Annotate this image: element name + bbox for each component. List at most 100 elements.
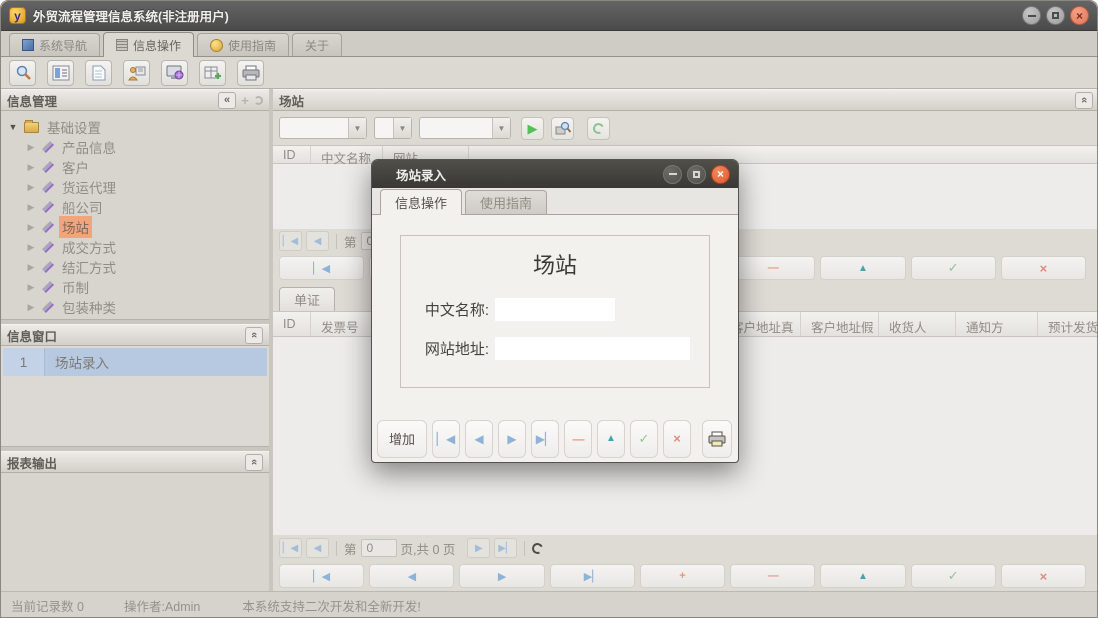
remote-desktop-button[interactable] [161, 60, 188, 86]
user-report-button[interactable] [123, 60, 150, 86]
collapse-sidebar-button[interactable]: « [218, 92, 236, 109]
first-record-button[interactable]: ▏◀ [279, 564, 364, 588]
close-button[interactable]: × [1070, 6, 1089, 25]
filter-field-combo[interactable]: ▼ [279, 117, 367, 139]
first-page-button[interactable]: ▏◀ [279, 231, 302, 251]
tab-user-guide[interactable]: 使用指南 [197, 33, 289, 56]
next-record-button[interactable]: ▶ [498, 420, 526, 458]
prev-page-button[interactable]: ◀ [306, 538, 329, 558]
edit-record-button[interactable]: ▲ [820, 256, 905, 280]
operator-name: 操作者:Admin [124, 596, 200, 615]
collapse-panel-button[interactable]: « [1075, 92, 1093, 109]
prev-record-button[interactable]: ◀ [465, 420, 493, 458]
chinese-name-label: 中文名称: [411, 299, 489, 320]
tree-item-freight-agent[interactable]: ▶ 货运代理 [7, 177, 269, 197]
first-page-button[interactable]: ▏◀ [279, 538, 302, 558]
collapse-panel-button[interactable]: « [245, 454, 263, 471]
last-record-button[interactable]: ▶▏ [531, 420, 559, 458]
prev-page-button[interactable]: ◀ [306, 231, 329, 251]
tree-item-shipping-company[interactable]: ▶ 船公司 [7, 197, 269, 217]
refresh-icon[interactable] [531, 541, 545, 555]
dialog-tab-user-guide[interactable]: 使用指南 [465, 190, 547, 214]
prev-record-button[interactable]: ◀ [369, 564, 454, 588]
column-header[interactable]: ID [273, 312, 311, 336]
chinese-name-input[interactable] [495, 298, 615, 321]
next-icon: ▶ [475, 543, 483, 554]
execute-search-button[interactable]: ▶ [521, 117, 544, 140]
delete-record-button[interactable]: — [564, 420, 592, 458]
column-header[interactable]: 预计发货 [1038, 312, 1098, 336]
edit-record-button[interactable]: ▲ [820, 564, 905, 588]
column-header[interactable]: 收货人 [879, 312, 956, 336]
advanced-search-button[interactable] [551, 117, 574, 140]
delete-record-button[interactable]: — [730, 564, 815, 588]
tab-info-operation[interactable]: 信息操作 [103, 32, 194, 57]
add-button[interactable]: 增加 [377, 420, 427, 458]
maximize-button[interactable] [1046, 6, 1065, 25]
filter-value-combo[interactable]: ▼ [419, 117, 511, 139]
refresh-button[interactable] [587, 117, 610, 140]
info-window-panel-header[interactable]: 信息窗口 « [1, 324, 269, 346]
last-record-button[interactable]: ▶▏ [550, 564, 635, 588]
confirm-button[interactable]: ✓ [630, 420, 658, 458]
report-output-panel-header[interactable]: 报表输出 « [1, 451, 269, 473]
tree-item-settlement-method[interactable]: ▶ 结汇方式 [7, 257, 269, 277]
tab-documents[interactable]: 单证 [279, 287, 335, 311]
info-management-panel-header[interactable]: 信息管理 « + [1, 89, 269, 111]
remote-desktop-icon [166, 65, 184, 81]
tree-item-customer[interactable]: ▶ 客户 [7, 157, 269, 177]
collapse-panel-button[interactable]: « [245, 327, 263, 344]
cancel-button[interactable]: × [1001, 564, 1086, 588]
dialog-titlebar[interactable]: 场站录入 × [372, 160, 738, 188]
delete-record-button[interactable]: — [730, 256, 815, 280]
window-title: 外贸流程管理信息系统(非注册用户) [33, 6, 229, 25]
filter-operator-combo[interactable]: ▼ [374, 117, 412, 139]
first-record-button[interactable]: ▏◀ [279, 256, 364, 280]
table-add-button[interactable] [199, 60, 226, 86]
dialog-minimize-button[interactable] [663, 165, 682, 184]
refresh-icon [254, 96, 263, 105]
chevron-up-icon: « [1078, 97, 1090, 103]
edit-record-button[interactable]: ▲ [597, 420, 625, 458]
documents-record-toolbar: ▏◀ ◀ ▶ ▶▏ + — ▲ ✓ × [273, 561, 1098, 591]
tree-root-basic-settings[interactable]: ▼ 基础设置 [7, 117, 269, 137]
confirm-button[interactable]: ✓ [911, 564, 996, 588]
tab-label: 使用指南 [228, 37, 276, 54]
tree-item-label: 客户 [59, 156, 92, 178]
form-view-button[interactable] [47, 60, 74, 86]
list-item-station-entry[interactable]: 1 场站录入 [3, 348, 267, 376]
tree-item-station[interactable]: ▶ 场站 [7, 217, 269, 237]
column-header[interactable]: 客户地址假 [801, 312, 879, 336]
add-record-button[interactable]: + [640, 564, 725, 588]
prev-icon: ◀ [314, 543, 322, 554]
print-button[interactable] [702, 420, 732, 458]
column-header[interactable]: 通知方 [956, 312, 1038, 336]
cancel-button[interactable]: × [663, 420, 691, 458]
column-header[interactable]: ID [273, 146, 311, 163]
prev-icon: ◀ [474, 432, 483, 446]
confirm-button[interactable]: ✓ [911, 256, 996, 280]
dialog-maximize-button[interactable] [687, 165, 706, 184]
next-record-button[interactable]: ▶ [459, 564, 544, 588]
first-record-button[interactable]: ▏◀ [432, 420, 460, 458]
tree-item-deal-method[interactable]: ▶ 成交方式 [7, 237, 269, 257]
cancel-button[interactable]: × [1001, 256, 1086, 280]
tab-about[interactable]: 关于 [292, 33, 342, 56]
app-logo-icon: y [9, 7, 26, 24]
tree-item-product-info[interactable]: ▶ 产品信息 [7, 137, 269, 157]
tab-system-navigation[interactable]: 系统导航 [9, 33, 100, 56]
tree-item-package-type[interactable]: ▶ 包装种类 [7, 297, 269, 317]
document-button[interactable] [85, 60, 112, 86]
dialog-close-button[interactable]: × [711, 165, 730, 184]
record-count: 当前记录数 0 [11, 596, 84, 615]
minimize-button[interactable] [1022, 6, 1041, 25]
search-toolbar: ▼ ▼ ▼ ▶ [273, 111, 1098, 145]
preview-search-button[interactable] [9, 60, 36, 86]
tree-item-currency[interactable]: ▶ 币制 [7, 277, 269, 297]
last-page-button[interactable]: ▶▏ [494, 538, 517, 558]
website-address-input[interactable] [495, 337, 690, 360]
next-page-button[interactable]: ▶ [467, 538, 490, 558]
page-number-input[interactable] [361, 539, 397, 557]
printer-button[interactable] [237, 60, 264, 86]
dialog-tab-info-operation[interactable]: 信息操作 [380, 189, 462, 215]
